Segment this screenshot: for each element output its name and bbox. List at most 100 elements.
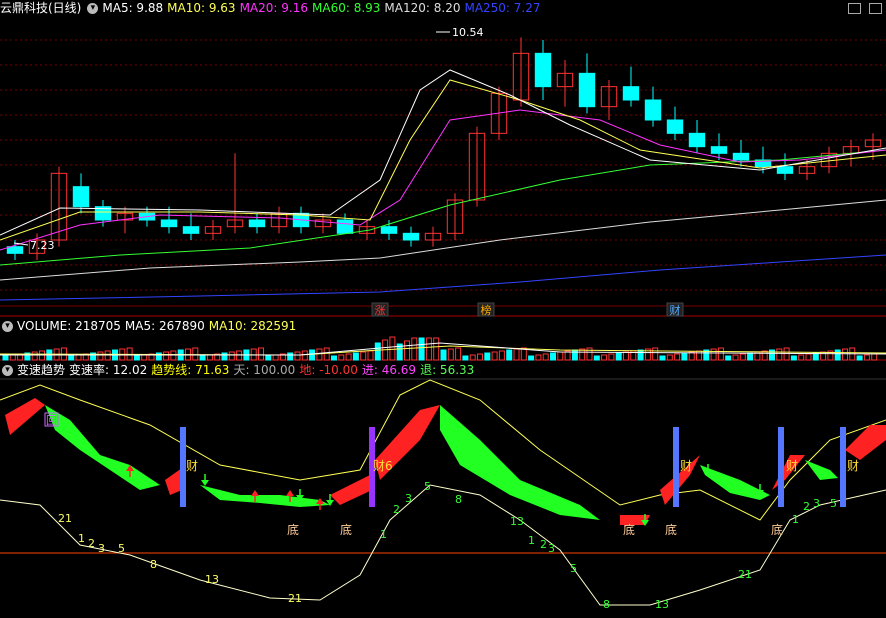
trend-arrow-up [251,490,259,496]
high-price-label: 10.54 [452,26,484,39]
count-label-20: 21 [738,568,752,581]
volume-bar [294,351,301,361]
stock-chart-canvas[interactable]: 10.547.23涨榜财财 财6 财财财底底底底底回211 2 3 58132112358… [0,0,886,618]
volume-bar [367,350,374,361]
trend-ribbon [200,485,330,507]
volume-bar [206,354,213,361]
candle-body [182,226,200,234]
caifu-label: 财 [680,459,692,473]
candle-body [732,152,750,161]
volume-bar [725,355,732,361]
volume-bar [834,349,841,361]
volume-bar [97,351,104,361]
volume-bar [374,342,381,361]
caifu-label: 财 [186,459,198,473]
candle-body [6,246,24,254]
ma-legend: MA5: 9.88 MA10: 9.63 MA20: 9.16 MA60: 8.93 M… [102,1,544,15]
count-label-2: 2 [88,537,95,550]
signal-bar [840,427,846,507]
volume-bar [469,354,476,361]
count-label-21: 1 [792,513,799,526]
volume-bar [747,352,754,361]
volume-bar [623,351,629,361]
volume-bar [258,347,264,361]
indicator-label-3: 天: 100.00 [233,363,296,377]
indicator-label-4: 地: -10.00 [299,363,358,377]
volume-bar [542,353,549,361]
count-label-4: 5 [118,542,125,555]
candle-body [248,219,266,228]
trend-ribbon [440,405,600,520]
volume-bar [31,351,38,361]
indicator-label-5: 进: 46.69 [361,363,417,377]
ma5-line [0,69,886,236]
candle-body [578,72,596,108]
ma-label-3: MA60: 8.93 [312,1,381,15]
candle-body [380,226,398,234]
volume-bar [389,336,396,361]
window-controls [844,0,886,16]
indicator-label-0: 变速趋势 [17,363,66,377]
volume-bar [331,355,337,361]
low-price-label: 7.23 [30,239,55,252]
signal-bar [673,427,679,507]
volume-bar [345,353,352,361]
volume-bar [871,353,878,361]
restore-icon[interactable] [869,3,882,14]
count-label-9: 2 [393,503,400,516]
trend-ribbon [165,468,182,495]
volume-bar [491,351,498,361]
count-label-23: 3 [813,497,820,510]
indicator-label-1: 变速率: 12.02 [69,363,148,377]
volume-bar [287,352,294,361]
volume-bar [404,340,410,361]
volume-bar [571,349,578,361]
volume-bar [783,347,790,361]
volume-bar [301,350,308,361]
volume-bar [776,348,783,361]
bottom-label: 底 [623,522,635,537]
signal-bar [778,427,784,507]
volume-bar [411,337,418,361]
candle-body [160,219,178,228]
indicator-legend: 变速趋势 变速率: 12.02 趋势线: 71.63 天: 100.00 地: -10.… [17,363,478,377]
maximize-icon[interactable] [848,3,861,14]
chevron-down-icon[interactable]: ▾ [87,3,99,14]
volume-bar [601,354,608,361]
volume-bar [272,354,279,361]
candle-body [688,132,706,148]
volume-bar [440,349,447,361]
volume-bar [221,352,228,361]
count-label-8: 1 [380,528,387,541]
count-label-17: 5 [570,562,577,575]
candle-body [622,86,640,101]
volume-bar [265,355,272,361]
volume-bar [425,337,432,361]
volume-bar [309,349,316,361]
volume-bar [557,351,564,361]
hui-label: 回 [46,414,57,427]
volume-bar [790,355,797,361]
volume-bar [608,353,615,361]
candle-body [72,186,90,208]
volume-bar [192,347,199,361]
count-label-1: 1 [78,532,85,545]
volume-label-0: VOLUME: 218705 [17,319,121,333]
stock-title: 云鼎科技(日线) [0,1,82,15]
volume-bar [2,355,9,361]
volume-bar [68,355,75,361]
volume-bar [615,352,622,361]
chevron-down-icon[interactable]: ▾ [2,365,13,376]
count-label-7: 21 [288,592,302,605]
chevron-down-icon[interactable]: ▾ [2,321,13,332]
candle-body [644,99,662,121]
volume-bar [199,355,206,361]
ma-label-0: MA5: 9.88 [102,1,164,15]
volume-bar [316,348,323,361]
volume-bar [506,349,513,361]
volume-bar [739,353,746,361]
volume-bar [652,347,659,361]
trend-arrow-down [201,480,209,486]
volume-bar [856,355,863,361]
speed-line [0,484,886,606]
